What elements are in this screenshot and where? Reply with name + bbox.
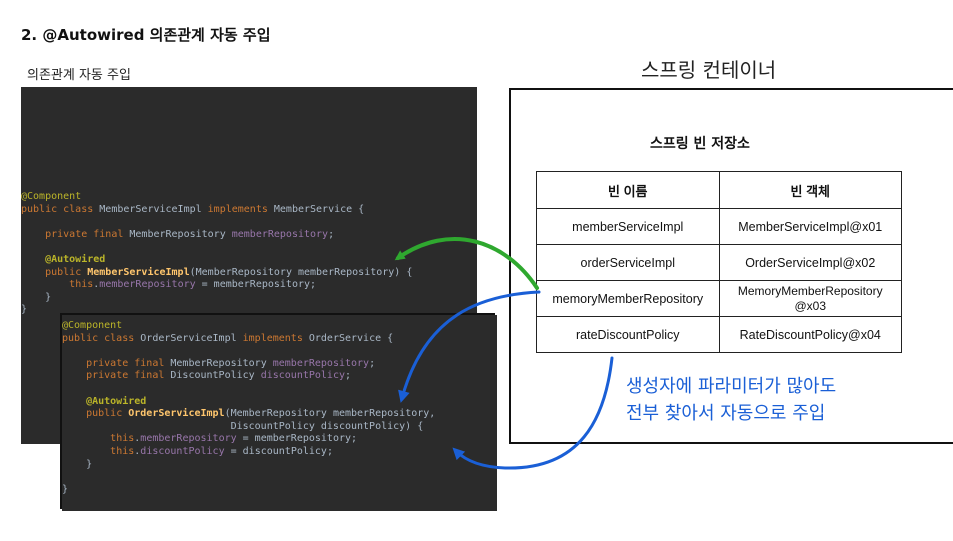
green-arrow (394, 237, 539, 290)
injection-arrows (394, 237, 614, 470)
blue-arrow-lower (452, 356, 614, 470)
blue-arrow-upper (398, 290, 541, 403)
